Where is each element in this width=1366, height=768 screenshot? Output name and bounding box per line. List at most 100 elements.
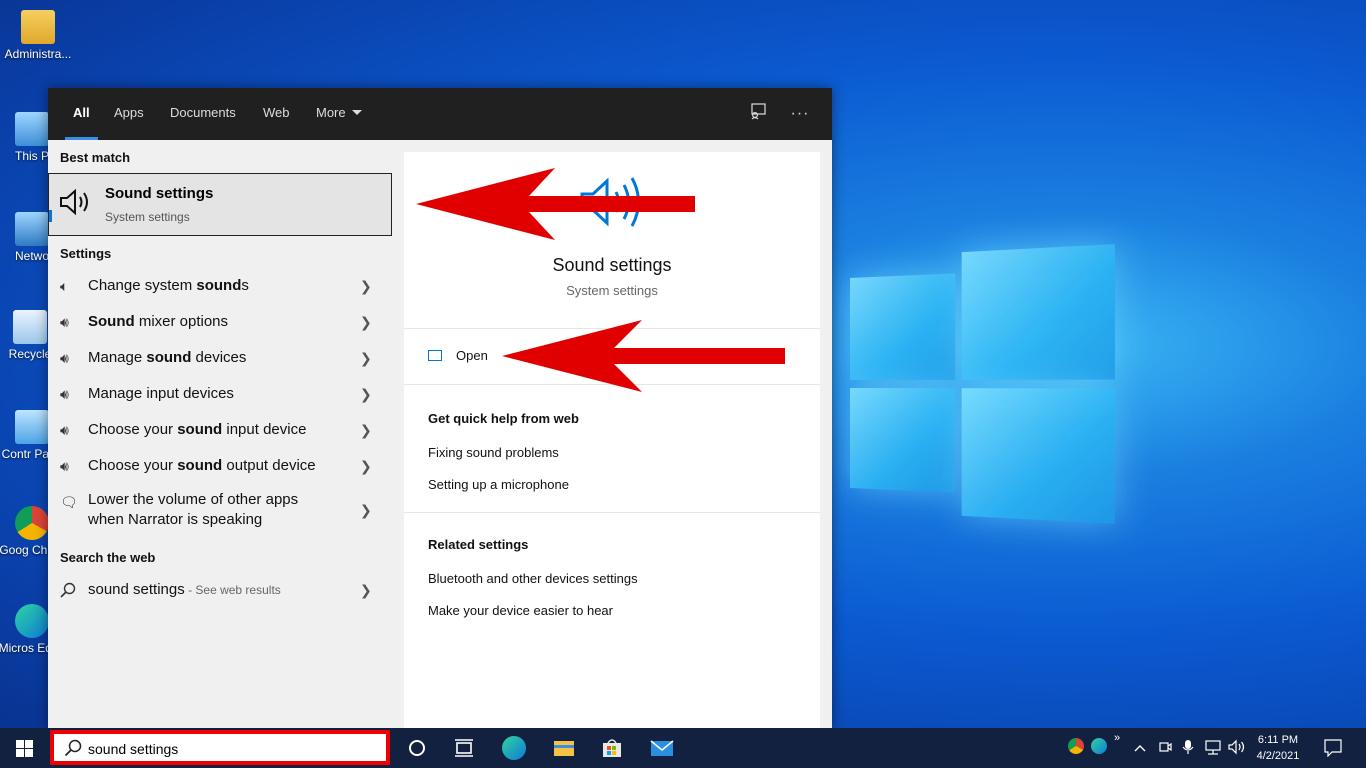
results-list: Best match Sound settings System setting… — [48, 140, 392, 728]
open-label: Open — [456, 348, 488, 363]
user-folder-icon — [21, 10, 55, 44]
caret-down-icon — [351, 110, 362, 115]
chevron-right-icon: ❯ — [360, 502, 372, 518]
tab-apps[interactable]: Apps — [114, 88, 144, 140]
edge-icon[interactable] — [502, 736, 526, 760]
chevron-right-icon: ❯ — [360, 386, 372, 402]
edge-tray-icon[interactable] — [1091, 738, 1107, 754]
search-web-heading: Search the web — [60, 550, 156, 565]
speaker-icon: 🔊︎ — [60, 350, 69, 366]
mail-icon[interactable] — [650, 736, 674, 760]
edge-icon — [15, 604, 49, 638]
start-search-panel: All Apps Documents Web More ··· Best mat… — [48, 88, 832, 728]
recycle-bin-icon — [13, 310, 47, 344]
show-hidden-icons-chevron-icon[interactable] — [1134, 740, 1146, 768]
divider — [404, 384, 820, 385]
tab-documents[interactable]: Documents — [170, 88, 236, 140]
desktop-icon-label: Administra... — [4, 47, 72, 61]
network-icon — [15, 212, 49, 246]
chevron-right-icon: ❯ — [360, 582, 372, 598]
settings-item-label: Sound mixer options — [88, 313, 229, 330]
chevron-right-icon: ❯ — [360, 278, 372, 294]
speaker-icon: 🔊︎ — [60, 422, 69, 438]
web-search-result[interactable]: sound settings - See web results ❯ — [48, 572, 392, 608]
desktop-icon-label: Recycle — [8, 347, 52, 361]
chevron-right-icon: ❯ — [360, 350, 372, 366]
taskbar: » 6:11 PM 4/2/2021 — [0, 728, 1366, 768]
related-link-bluetooth[interactable]: Bluetooth and other devices settings — [428, 571, 638, 586]
settings-item-change-system-sounds[interactable]: 🔈︎ Change system sounds ❯ — [48, 268, 392, 304]
search-icon — [64, 739, 82, 762]
taskbar-clock[interactable]: 6:11 PM 4/2/2021 — [1248, 732, 1308, 764]
divider — [404, 512, 820, 513]
best-match-heading: Best match — [60, 150, 131, 165]
tab-web[interactable]: Web — [263, 88, 290, 140]
selection-accent — [49, 210, 52, 222]
settings-item-label: Choose your sound output device — [88, 457, 316, 474]
narrator-icon: 🗨︎ — [60, 494, 78, 510]
desktop-icon-admin[interactable]: Administra... — [0, 10, 76, 62]
start-button[interactable] — [0, 728, 48, 768]
settings-item-label: Lower the volume of other apps when Narr… — [88, 491, 299, 528]
desktop-icon-label: Netwo — [14, 249, 49, 263]
desktop-icon-label: This P — [14, 149, 49, 163]
divider — [404, 328, 820, 329]
volume-low-icon: 🔈︎ — [60, 278, 69, 294]
network-icon[interactable] — [1204, 739, 1222, 768]
best-match-subtitle: System settings — [105, 210, 190, 224]
clock-date: 4/2/2021 — [1256, 750, 1300, 762]
search-tab-bar: All Apps Documents Web More ··· — [48, 88, 832, 140]
microphone-icon[interactable] — [1182, 739, 1194, 768]
search-icon — [60, 582, 78, 598]
tab-all[interactable]: All — [65, 88, 98, 140]
quick-help-link-fixing-sound[interactable]: Fixing sound problems — [428, 445, 559, 460]
best-match-title: Sound settings — [105, 185, 214, 202]
settings-item-label: Change system sounds — [88, 277, 249, 294]
settings-item-label: Manage input devices — [88, 385, 234, 402]
chrome-tray-icon[interactable] — [1068, 738, 1084, 754]
settings-item-choose-input-device[interactable]: 🔊︎ Choose your sound input device ❯ — [48, 412, 392, 448]
chevron-right-icon: ❯ — [360, 314, 372, 330]
preview-subtitle: System settings — [566, 283, 658, 298]
chevron-right-icon: ❯ — [360, 458, 372, 474]
feedback-icon[interactable] — [746, 102, 770, 126]
settings-item-choose-output-device[interactable]: 🔊︎ Choose your sound output device ❯ — [48, 448, 392, 484]
quick-help-link-microphone[interactable]: Setting up a microphone — [428, 477, 569, 492]
speaker-icon — [60, 188, 88, 216]
settings-item-manage-input-devices[interactable]: 🔊︎ Manage input devices ❯ — [48, 376, 392, 412]
settings-item-label: Choose your sound input device — [88, 421, 307, 438]
overflow-chevrons-icon[interactable]: » — [1114, 732, 1120, 768]
control-panel-icon — [15, 410, 49, 444]
web-search-label: sound settings - See web results — [88, 581, 281, 598]
preview-title: Sound settings — [552, 255, 672, 275]
chevron-right-icon: ❯ — [360, 422, 372, 438]
task-view-icon[interactable] — [452, 736, 476, 760]
preview-pane: Sound settings System settings Open Get … — [404, 152, 820, 728]
tab-more[interactable]: More — [316, 88, 362, 140]
clock-time: 6:11 PM — [1257, 734, 1299, 746]
more-options-icon[interactable]: ··· — [788, 102, 812, 126]
file-explorer-icon[interactable] — [552, 736, 576, 760]
chrome-icon — [15, 506, 49, 540]
open-button[interactable]: Open — [428, 348, 488, 363]
settings-item-sound-mixer[interactable]: 🔊︎ Sound mixer options ❯ — [48, 304, 392, 340]
open-icon — [428, 350, 442, 361]
computer-icon — [15, 112, 49, 146]
related-settings-heading: Related settings — [428, 537, 529, 552]
settings-heading: Settings — [60, 246, 112, 261]
cortana-icon[interactable] — [405, 736, 429, 760]
search-input[interactable] — [88, 738, 378, 760]
quick-help-heading: Get quick help from web — [428, 411, 579, 426]
notifications-icon[interactable] — [1324, 739, 1342, 768]
settings-item-manage-sound-devices[interactable]: 🔊︎ Manage sound devices ❯ — [48, 340, 392, 376]
speaker-icon — [580, 177, 640, 227]
taskbar-search-box[interactable] — [50, 730, 390, 765]
settings-item-narrator-volume[interactable]: 🗨︎ Lower the volume of other apps when N… — [48, 484, 392, 536]
windows-wallpaper-logo — [850, 244, 1115, 524]
webcam-icon[interactable] — [1158, 740, 1172, 768]
best-match-result[interactable]: Sound settings System settings — [48, 173, 392, 236]
speaker-icon: 🔊︎ — [60, 386, 69, 402]
store-icon[interactable] — [600, 736, 624, 760]
volume-icon[interactable] — [1228, 739, 1246, 768]
related-link-easier-to-hear[interactable]: Make your device easier to hear — [428, 603, 613, 618]
